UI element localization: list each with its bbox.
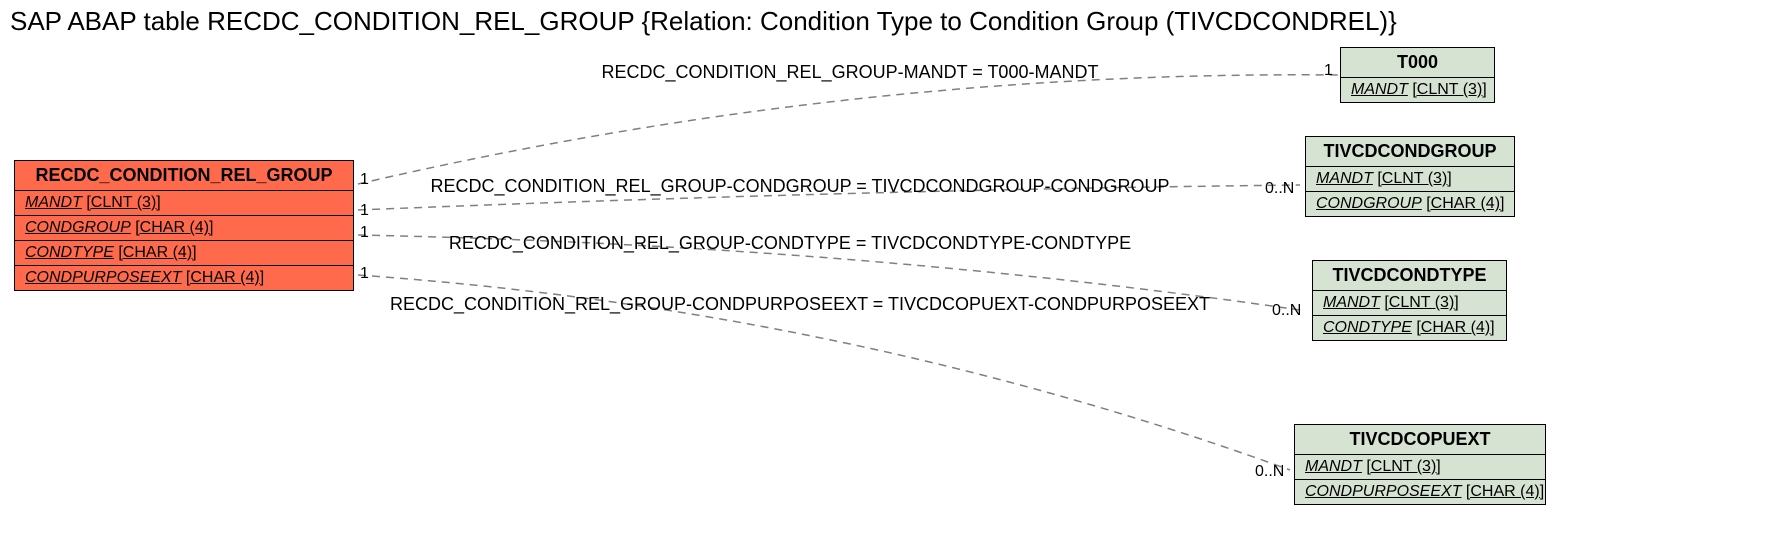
cardinality-left: 1 — [360, 171, 369, 189]
relation-label: RECDC_CONDITION_REL_GROUP-CONDTYPE = TIV… — [449, 233, 1131, 254]
entity-field: MANDT [CLNT (3)] — [1313, 291, 1506, 316]
entity-field: CONDPURPOSEEXT [CHAR (4)] — [15, 266, 353, 290]
cardinality-right: 0..N — [1255, 463, 1284, 481]
entity-field: MANDT [CLNT (3)] — [1341, 78, 1494, 102]
entity-t000: T000 MANDT [CLNT (3)] — [1340, 47, 1495, 103]
entity-field: CONDPURPOSEEXT [CHAR (4)] — [1295, 480, 1545, 504]
cardinality-right: 0..N — [1265, 180, 1294, 198]
cardinality-right: 1 — [1324, 62, 1333, 80]
entity-field: CONDGROUP [CHAR (4)] — [15, 216, 353, 241]
entity-header: TIVCDCONDTYPE — [1313, 261, 1506, 291]
cardinality-left: 1 — [360, 202, 369, 220]
entity-tivcdcondtype: TIVCDCONDTYPE MANDT [CLNT (3)] CONDTYPE … — [1312, 260, 1507, 341]
entity-field: MANDT [CLNT (3)] — [1306, 167, 1514, 192]
entity-field: MANDT [CLNT (3)] — [15, 191, 353, 216]
entity-field: CONDTYPE [CHAR (4)] — [15, 241, 353, 266]
entity-header: T000 — [1341, 48, 1494, 78]
entity-tivcdcopuext: TIVCDCOPUEXT MANDT [CLNT (3)] CONDPURPOS… — [1294, 424, 1546, 505]
relation-label: RECDC_CONDITION_REL_GROUP-MANDT = T000-M… — [602, 62, 1099, 83]
cardinality-left: 1 — [360, 224, 369, 242]
entity-field: CONDTYPE [CHAR (4)] — [1313, 316, 1506, 340]
entity-field: MANDT [CLNT (3)] — [1295, 455, 1545, 480]
entity-header: TIVCDCOPUEXT — [1295, 425, 1545, 455]
entity-field: CONDGROUP [CHAR (4)] — [1306, 192, 1514, 216]
entity-main-header: RECDC_CONDITION_REL_GROUP — [15, 161, 353, 191]
cardinality-right: 0..N — [1272, 302, 1301, 320]
entity-header: TIVCDCONDGROUP — [1306, 137, 1514, 167]
relation-label: RECDC_CONDITION_REL_GROUP-CONDPURPOSEEXT… — [390, 294, 1210, 315]
entity-tivcdcondgroup: TIVCDCONDGROUP MANDT [CLNT (3)] CONDGROU… — [1305, 136, 1515, 217]
relation-label: RECDC_CONDITION_REL_GROUP-CONDGROUP = TI… — [431, 176, 1170, 197]
page-title: SAP ABAP table RECDC_CONDITION_REL_GROUP… — [10, 6, 1397, 37]
cardinality-left: 1 — [360, 265, 369, 283]
entity-main: RECDC_CONDITION_REL_GROUP MANDT [CLNT (3… — [14, 160, 354, 291]
